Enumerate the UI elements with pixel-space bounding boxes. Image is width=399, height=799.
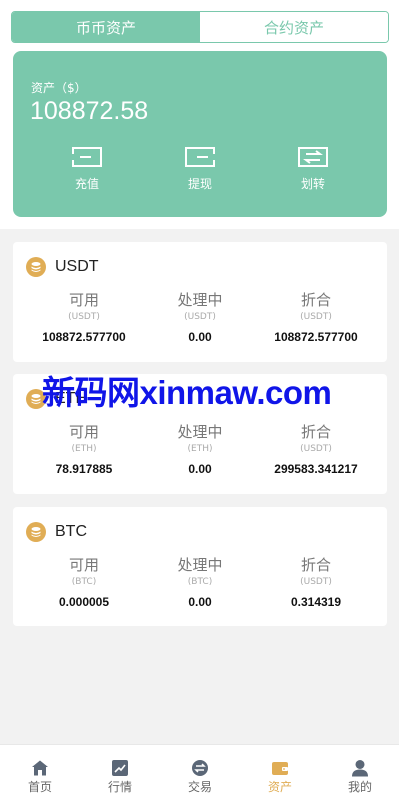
available-title: 可用 xyxy=(68,291,99,309)
deposit-button[interactable]: 充值 xyxy=(52,145,122,195)
available-value: 108872.577700 xyxy=(42,330,126,344)
available-unit: (BTC) xyxy=(71,577,97,587)
equivalent-unit: (USDT) xyxy=(300,444,332,454)
equivalent-value: 0.314319 xyxy=(290,595,342,609)
coin-name: USDT xyxy=(55,258,99,275)
equivalent-title: 折合 xyxy=(300,556,331,574)
tabbar-label: 交易 xyxy=(187,780,212,794)
available-column: 可用 (ETH) 78.917885 xyxy=(22,422,146,477)
processing-title: 处理中 xyxy=(177,291,223,309)
processing-value: 0.00 xyxy=(188,330,212,344)
tab-contract-assets[interactable]: 合约资产 xyxy=(200,12,388,42)
equivalent-title: 折合 xyxy=(300,291,331,309)
transfer-button[interactable]: 划转 xyxy=(278,145,348,195)
withdraw-button[interactable]: 提现 xyxy=(165,145,235,195)
available-unit: (USDT) xyxy=(68,312,100,322)
processing-column: 处理中 (BTC) 0.00 xyxy=(138,555,262,610)
tabbar-item-mine[interactable]: 我的 xyxy=(320,745,399,799)
tabbar-item-trade[interactable]: 交易 xyxy=(160,745,240,799)
tab-spot-assets[interactable]: 币币资产 xyxy=(12,12,200,42)
transfer-label: 划转 xyxy=(300,177,325,191)
processing-column: 处理中 (USDT) 0.00 xyxy=(138,290,262,345)
tabbar-label: 我的 xyxy=(347,780,372,794)
processing-value: 0.00 xyxy=(188,595,212,609)
market-chart-icon xyxy=(112,760,128,776)
coin-balances: 可用 (ETH) 78.917885 处理中 (ETH) 0.00 折合 (US… xyxy=(13,422,387,482)
withdraw-icon xyxy=(185,147,215,167)
asset-type-tabs: 币币资产 合约资产 xyxy=(11,11,389,43)
bottom-tabbar: 首页 行情 交易 资产 我的 xyxy=(0,744,399,799)
equivalent-value: 299583.341217 xyxy=(274,462,358,476)
coin-card-usdt[interactable]: USDT 可用 (USDT) 108872.577700 处理中 (USDT) … xyxy=(13,242,387,362)
deposit-icon xyxy=(72,147,102,167)
available-value: 0.000005 xyxy=(58,595,110,609)
home-icon xyxy=(32,760,48,776)
processing-column: 处理中 (ETH) 0.00 xyxy=(138,422,262,477)
coin-stack-icon xyxy=(26,257,46,277)
coin-header: USDT xyxy=(26,256,99,278)
tabbar-item-assets[interactable]: 资产 xyxy=(240,745,320,799)
asset-total-value: 108872.58 xyxy=(30,97,149,125)
user-profile-icon xyxy=(352,760,368,777)
coin-balances: 可用 (BTC) 0.000005 处理中 (BTC) 0.00 折合 (USD… xyxy=(13,555,387,615)
equivalent-column: 折合 (USDT) 108872.577700 xyxy=(254,290,378,345)
asset-total-label: 资产（$） xyxy=(31,81,87,95)
equivalent-unit: (USDT) xyxy=(300,577,332,587)
trade-exchange-icon xyxy=(192,760,208,776)
tabbar-item-market[interactable]: 行情 xyxy=(80,745,160,799)
equivalent-value: 108872.577700 xyxy=(274,330,358,344)
available-title: 可用 xyxy=(68,423,99,441)
processing-unit: (ETH) xyxy=(187,444,213,454)
available-title: 可用 xyxy=(68,556,99,574)
equivalent-title: 折合 xyxy=(300,423,331,441)
deposit-label: 充值 xyxy=(74,177,99,191)
watermark-text: 新码网xinmaw.com xyxy=(42,374,332,411)
processing-title: 处理中 xyxy=(177,556,223,574)
processing-value: 0.00 xyxy=(188,462,212,476)
processing-unit: (USDT) xyxy=(184,312,216,322)
available-value: 78.917885 xyxy=(55,462,113,476)
withdraw-label: 提现 xyxy=(187,177,212,191)
tabbar-label: 资产 xyxy=(267,780,292,794)
asset-actions: 充值 提现 划转 xyxy=(13,145,387,195)
coin-header: BTC xyxy=(26,521,87,543)
processing-unit: (BTC) xyxy=(187,577,213,587)
equivalent-unit: (USDT) xyxy=(300,312,332,322)
wallet-icon xyxy=(272,762,288,775)
asset-summary-card: 资产（$） 108872.58 充值 提现 划转 xyxy=(13,51,387,217)
transfer-icon xyxy=(298,147,328,167)
tabbar-item-home[interactable]: 首页 xyxy=(0,745,80,799)
equivalent-column: 折合 (USDT) 0.314319 xyxy=(254,555,378,610)
coin-balances: 可用 (USDT) 108872.577700 处理中 (USDT) 0.00 … xyxy=(13,290,387,350)
equivalent-column: 折合 (USDT) 299583.341217 xyxy=(254,422,378,477)
coin-name: BTC xyxy=(55,523,87,540)
processing-title: 处理中 xyxy=(177,423,223,441)
available-column: 可用 (BTC) 0.000005 xyxy=(22,555,146,610)
available-unit: (ETH) xyxy=(71,444,97,454)
coin-card-btc[interactable]: BTC 可用 (BTC) 0.000005 处理中 (BTC) 0.00 折合 … xyxy=(13,507,387,626)
coin-stack-icon xyxy=(26,522,46,542)
tabbar-label: 行情 xyxy=(107,780,132,794)
tabbar-label: 首页 xyxy=(27,780,52,794)
available-column: 可用 (USDT) 108872.577700 xyxy=(22,290,146,345)
